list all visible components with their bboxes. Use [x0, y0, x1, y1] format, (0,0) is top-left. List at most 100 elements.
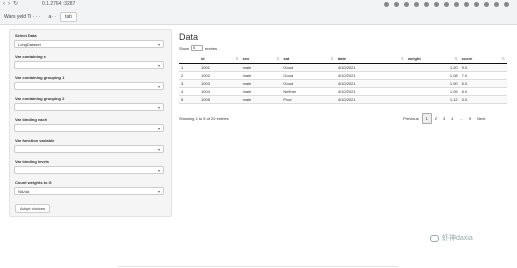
table-cell: male — [240, 63, 282, 72]
browser-tab[interactable]: a· · — [44, 14, 60, 20]
adopt-choices-button[interactable]: Adopt choices — [15, 204, 51, 213]
pager-previous[interactable]: Previous — [400, 114, 422, 123]
table-header-row: id ⇅ sex ⇅ sat ⇅ date ⇅ weight ⇅ score ⇅ — [179, 54, 507, 64]
back-icon[interactable]: ‹ — [3, 0, 5, 9]
table-cell: Good — [281, 71, 336, 80]
extension-icon[interactable] — [454, 2, 459, 7]
extension-icon[interactable] — [444, 2, 449, 7]
column-header-label: id — [201, 55, 205, 61]
nav-buttons: ‹ › ↻ — [0, 0, 40, 9]
url-bar[interactable]: 0.1.2764 :3287 — [40, 0, 384, 9]
pager-page[interactable]: 9 — [466, 114, 474, 123]
wechat-icon — [430, 234, 439, 242]
table-cell: Good — [281, 79, 336, 88]
table-cell: 1005 — [199, 95, 241, 104]
extension-icon[interactable] — [434, 2, 439, 7]
column-header[interactable]: sex ⇅ — [240, 54, 282, 64]
field-label: Var containing grouping 1 — [15, 75, 65, 80]
chevron-down-icon: ▾ — [157, 126, 160, 131]
sort-icon: ⇅ — [235, 56, 239, 61]
column-header-label: sat — [283, 55, 290, 61]
table-cell: male — [240, 71, 282, 80]
extension-icon[interactable] — [494, 2, 499, 7]
chevron-down-icon: ▾ — [157, 189, 160, 194]
reload-icon[interactable]: ↻ — [13, 0, 18, 9]
table-cell: 1.12 — [406, 95, 460, 104]
field-select[interactable]: ▾ — [14, 61, 164, 69]
sidebar-panel: Select Data LongDataset ▾ Var containing x ▾… — [9, 29, 172, 217]
column-header[interactable]: score ⇅ — [459, 54, 507, 64]
extension-icon[interactable] — [464, 2, 469, 7]
pagination: Previous 1 2 3 4... 9 Next — [400, 113, 488, 124]
pager-next[interactable]: Next — [474, 114, 488, 123]
table-cell: 1 — [179, 63, 200, 72]
table-body: 1 1001 male Good 4/10/2021 1.20 9.0 2 1002 male Go… — [179, 63, 507, 104]
field-value: LongDataset — [18, 42, 41, 47]
table-cell: 4 — [179, 87, 200, 96]
extension-icon[interactable] — [414, 2, 419, 7]
chevron-down-icon: ▾ — [157, 84, 160, 89]
extension-icon[interactable] — [404, 2, 409, 7]
table-cell: 2 — [179, 71, 200, 80]
table-cell: 1.08 — [406, 71, 460, 80]
column-header[interactable] — [179, 54, 200, 64]
field-select[interactable]: ▾ — [14, 124, 164, 132]
table-cell: male — [240, 95, 282, 104]
field-select[interactable]: LongDataset ▾ — [14, 40, 164, 48]
table-cell: 1003 — [199, 79, 241, 88]
forward-icon[interactable]: › — [8, 0, 10, 9]
extension-icon[interactable] — [504, 2, 509, 7]
browser-tab-active[interactable]: tab — [59, 12, 77, 22]
show-label: Show — [179, 45, 190, 51]
field-value: NA/da — [18, 189, 30, 194]
pager-page[interactable]: 3 — [440, 114, 448, 123]
table-cell: 1002 — [199, 71, 241, 80]
extension-icons — [384, 2, 517, 7]
tab-row: Wars yeld Ti · · · a· · tab — [0, 9, 517, 25]
entries-label: entries — [205, 45, 218, 51]
table-cell: 1.00 — [406, 79, 460, 88]
extension-icon[interactable] — [484, 2, 489, 7]
table-cell: 3.0 — [459, 95, 507, 104]
field-select[interactable]: ▾ — [14, 166, 164, 174]
browser-chrome: ‹ › ↻ 0.1.2764 :3287 Wars yeld Ti · · · … — [0, 0, 517, 25]
browser-tab[interactable]: Wars yeld Ti · · · — [0, 14, 44, 20]
chevron-down-icon: ▾ — [157, 147, 160, 152]
pager-page[interactable]: 4 — [448, 114, 456, 123]
extension-icon[interactable] — [384, 2, 389, 7]
extension-icon[interactable] — [424, 2, 429, 7]
column-header[interactable]: date ⇅ — [335, 54, 406, 64]
field-label: Select Data — [15, 33, 37, 38]
table-cell: 4/10/2021 — [335, 87, 406, 96]
field-label: Var binding levels — [15, 159, 50, 164]
column-header-label: weight — [408, 55, 421, 61]
column-header-label: sex — [242, 55, 250, 61]
table-cell: 4/10/2021 — [335, 71, 406, 80]
field-select[interactable]: ▾ — [14, 103, 164, 111]
column-header[interactable]: weight ⇅ — [406, 54, 460, 64]
field-select[interactable]: ▾ — [14, 82, 164, 90]
extension-icon[interactable] — [474, 2, 479, 7]
extension-icon[interactable] — [394, 2, 399, 7]
field-select[interactable]: NA/da ▾ — [14, 187, 164, 195]
field-select[interactable]: ▾ — [14, 145, 164, 153]
column-header[interactable]: id ⇅ — [199, 54, 241, 64]
table-row: 1 1001 male Good 4/10/2021 1.20 9.0 — [179, 63, 507, 72]
table-cell: Poor — [281, 95, 336, 104]
table-info: Showing 1 to 5 of 20 entries — [179, 116, 229, 121]
pager-page[interactable]: 2 — [432, 114, 440, 123]
sort-icon: ⇅ — [454, 56, 458, 61]
table-cell: 1.05 — [406, 87, 460, 96]
divider — [118, 266, 398, 267]
field-label: Var containing grouping 2 — [15, 96, 65, 101]
table-cell: 1001 — [199, 63, 241, 72]
entries-length-select[interactable]: 5 — [191, 45, 204, 51]
column-header-label: score — [461, 55, 473, 61]
chevron-down-icon: ▾ — [157, 168, 160, 173]
table-cell: 5.0 — [459, 79, 507, 88]
table-cell: 4/10/2021 — [335, 79, 406, 88]
column-header[interactable]: sat ⇅ — [281, 54, 336, 64]
table-cell: 9.0 — [459, 63, 507, 72]
pager-page[interactable]: 1 — [421, 113, 432, 124]
sort-icon: ⇅ — [400, 56, 404, 61]
